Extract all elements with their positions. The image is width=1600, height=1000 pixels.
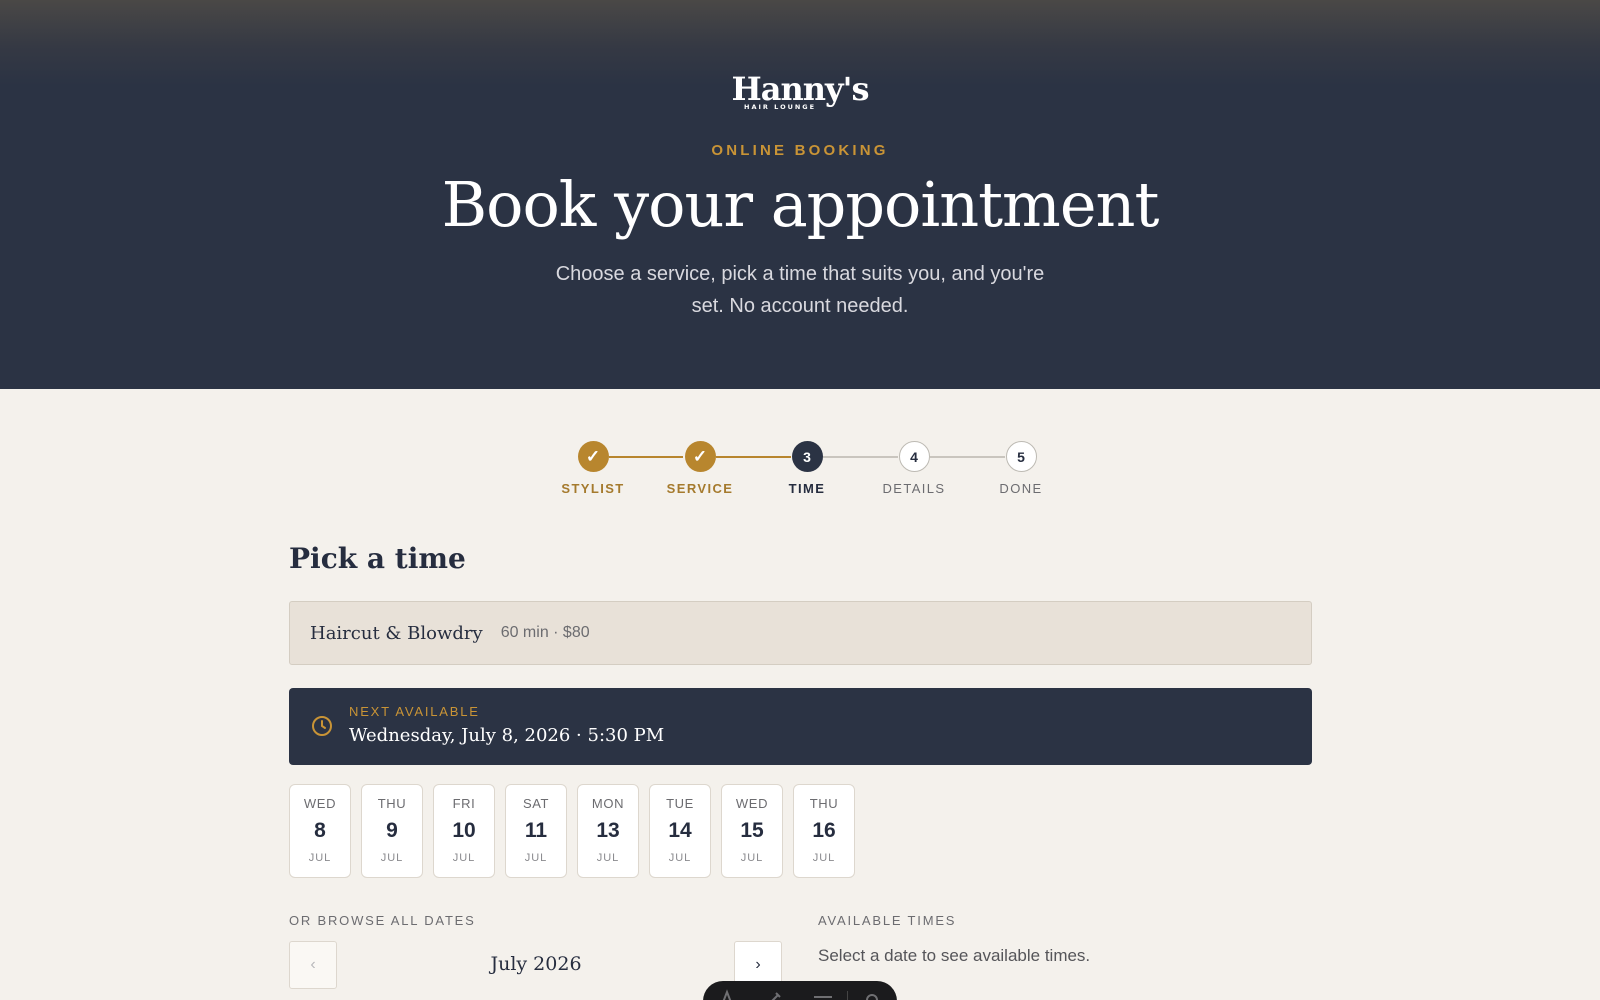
date-weekday: THU [809, 796, 839, 811]
date-weekday: MON [591, 796, 625, 811]
date-weekday: THU [377, 796, 407, 811]
step-label: TIME [788, 481, 826, 496]
date-month: JUL [596, 852, 620, 864]
next-available-value: Wednesday, July 8, 2026 · 5:30 PM [349, 725, 665, 746]
brand-name: Hanny's [731, 70, 870, 108]
date-day: 16 [812, 819, 836, 842]
section-title: Pick a time [289, 542, 466, 575]
quick-date-list: WED 8 JUL THU 9 JUL FRI 10 JUL SAT 11 JU… [289, 784, 855, 878]
hero-banner: Hanny's HAIR LOUNGE ONLINE BOOKING Book … [0, 0, 1600, 389]
calendar-month-title: July 2026 [490, 953, 582, 975]
date-weekday: WED [735, 796, 769, 811]
step-check-icon: ✓ [577, 441, 609, 472]
date-day: 14 [668, 819, 692, 842]
available-times-empty-text: Select a date to see available times. [818, 946, 1091, 965]
hero-subtitle: Choose a service, pick a time that suits… [555, 263, 1045, 317]
settings-gear-icon[interactable] [848, 989, 896, 1000]
date-weekday: FRI [452, 796, 476, 811]
next-available-label: NEXT AVAILABLE [349, 704, 480, 719]
date-card[interactable]: MON 13 JUL [577, 784, 639, 878]
date-card[interactable]: TUE 14 JUL [649, 784, 711, 878]
date-weekday: SAT [522, 796, 550, 811]
date-month: JUL [524, 852, 548, 864]
next-available-banner[interactable]: NEXT AVAILABLE Wednesday, July 8, 2026 ·… [289, 688, 1312, 765]
step-label: STYLIST [561, 481, 625, 496]
date-day: 8 [314, 819, 326, 842]
hero-eyebrow: ONLINE BOOKING [711, 142, 889, 159]
step-number: 4 [898, 441, 930, 472]
brand-logo[interactable]: Hanny's HAIR LOUNGE [0, 72, 1600, 116]
step-label: DETAILS [882, 481, 946, 496]
date-day: 11 [524, 819, 548, 842]
brand-tagline: HAIR LOUNGE [744, 103, 817, 111]
date-day: 15 [740, 819, 764, 842]
date-month: JUL [380, 852, 404, 864]
date-card[interactable]: SAT 11 JUL [505, 784, 567, 878]
date-day: 10 [452, 819, 476, 842]
date-weekday: WED [303, 796, 337, 811]
browse-dates-label: OR BROWSE ALL DATES [289, 913, 476, 928]
brush-tool-icon[interactable] [751, 989, 799, 1000]
step-check-icon: ✓ [684, 441, 716, 472]
step-details: 4 DETAILS [864, 441, 964, 496]
date-month: JUL [812, 852, 836, 864]
service-meta: 60 min · $80 [500, 624, 590, 641]
date-card[interactable]: THU 16 JUL [793, 784, 855, 878]
step-stylist[interactable]: ✓ STYLIST [543, 441, 643, 496]
date-card[interactable]: WED 8 JUL [289, 784, 351, 878]
step-number: 3 [791, 441, 823, 472]
date-month: JUL [740, 852, 764, 864]
date-day: 9 [386, 819, 398, 842]
floating-toolbar [703, 981, 897, 1000]
date-card[interactable]: WED 15 JUL [721, 784, 783, 878]
date-weekday: TUE [666, 796, 694, 811]
text-tool-icon[interactable] [703, 989, 751, 1000]
date-month: JUL [308, 852, 332, 864]
step-time: 3 TIME [757, 441, 857, 496]
calendar-month-nav: ‹ July 2026 › [289, 941, 783, 991]
clock-icon [311, 715, 333, 742]
selected-service-summary: Haircut & Blowdry 60 min · $80 [289, 601, 1312, 665]
date-month: JUL [668, 852, 692, 864]
available-times-label: AVAILABLE TIMES [818, 913, 957, 928]
date-day: 13 [596, 819, 620, 842]
date-card[interactable]: THU 9 JUL [361, 784, 423, 878]
step-label: SERVICE [666, 481, 734, 496]
step-number: 5 [1005, 441, 1037, 472]
page-title: Book your appointment [441, 168, 1160, 241]
booking-stepper: ✓ STYLIST ✓ SERVICE 3 TIME 4 DETAILS 5 D… [546, 441, 1052, 501]
step-service[interactable]: ✓ SERVICE [650, 441, 750, 496]
step-done: 5 DONE [971, 441, 1071, 496]
date-card[interactable]: FRI 10 JUL [433, 784, 495, 878]
menu-tool-icon[interactable] [799, 989, 847, 1000]
service-name: Haircut & Blowdry [310, 622, 483, 644]
date-month: JUL [452, 852, 476, 864]
step-label: DONE [999, 481, 1043, 496]
